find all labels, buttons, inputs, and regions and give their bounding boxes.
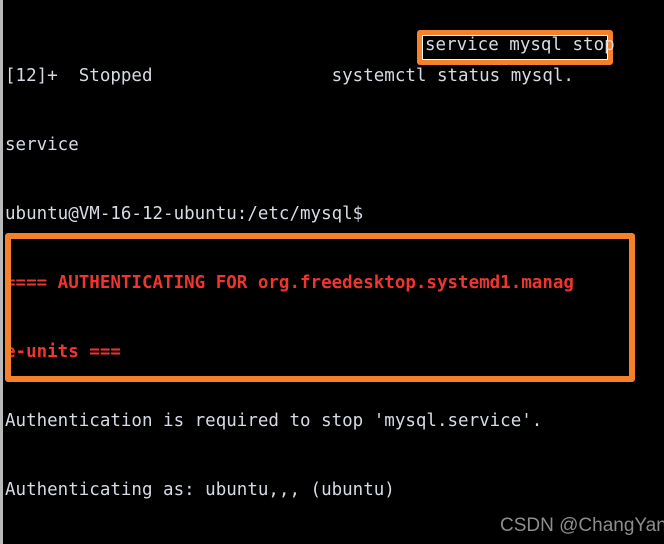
terminal-line-auth-as: Authenticating as: ubuntu,,, (ubuntu) [5, 480, 395, 500]
terminal-line-job-12-wrap: service [5, 135, 79, 155]
terminal-line-job-12-stopped: [12]+ Stopped systemctl status mysql. [5, 66, 574, 86]
terminal-line-auth-required: Authentication is required to stop 'mysq… [5, 411, 543, 431]
window-left-edge-strip [0, 0, 3, 544]
terminal-line-prompt-1: ubuntu@VM-16-12-ubuntu:/etc/mysql$ [5, 204, 374, 224]
watermark: CSDN @ChangYan. [500, 515, 664, 536]
highlighted-command-text: service mysql stop [425, 35, 615, 55]
terminal-window[interactable]: [12]+ Stopped systemctl status mysql. se… [0, 0, 664, 544]
status-block-highlight-box [5, 233, 635, 382]
